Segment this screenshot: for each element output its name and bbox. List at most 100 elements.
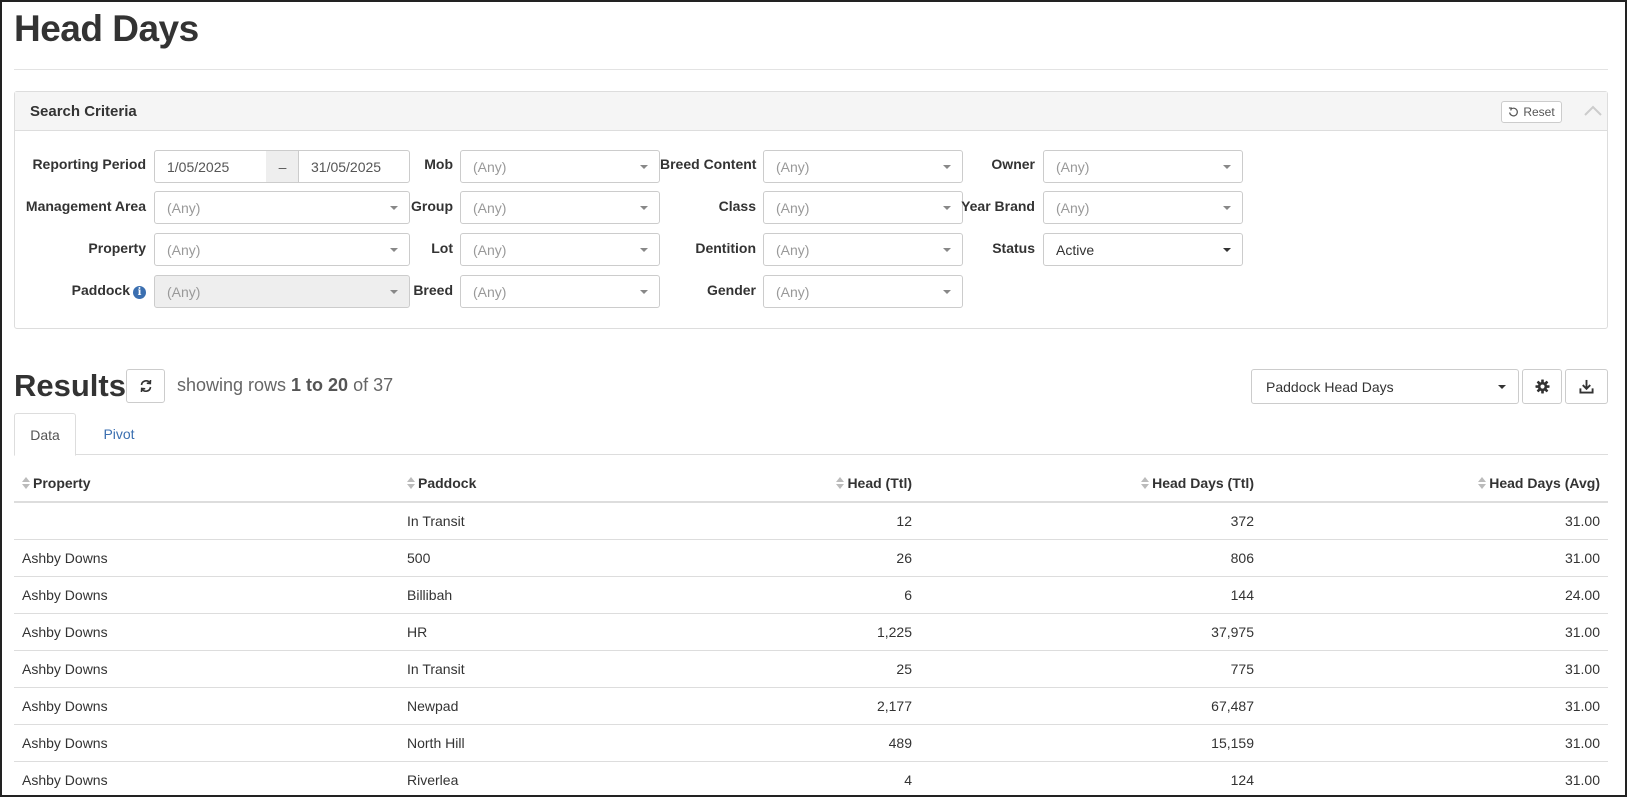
- reset-button[interactable]: Reset: [1501, 101, 1562, 123]
- column-header-head-days-avg[interactable]: Head Days (Avg): [1262, 464, 1608, 503]
- caret-down-icon: [640, 206, 648, 210]
- column-header-property[interactable]: Property: [14, 464, 399, 503]
- reset-label: Reset: [1523, 105, 1555, 119]
- page-title: Head Days: [14, 8, 199, 49]
- table-row[interactable]: Ashby Downs 500 26 806 31.00: [14, 539, 1608, 577]
- table-row[interactable]: Ashby Downs Riverlea 4 124 31.00: [14, 761, 1608, 797]
- table-row[interactable]: In Transit 12 372 31.00: [14, 502, 1608, 540]
- info-icon[interactable]: i: [133, 286, 146, 299]
- column-header-head-days-ttl[interactable]: Head Days (Ttl): [920, 464, 1262, 503]
- caret-down-icon: [1223, 248, 1231, 252]
- column-header-label: Head (Ttl): [847, 474, 912, 491]
- property-cell: Ashby Downs: [14, 687, 399, 725]
- caret-down-icon: [943, 206, 951, 210]
- gender-select[interactable]: (Any): [763, 275, 963, 308]
- refresh-icon: [140, 379, 151, 393]
- caret-down-icon: [943, 248, 951, 252]
- sort-icon: [22, 476, 30, 490]
- mob-label: Mob: [424, 156, 453, 172]
- search-criteria-title: Search Criteria: [30, 103, 137, 120]
- caret-down-icon: [640, 248, 648, 252]
- dentition-select[interactable]: (Any): [763, 233, 963, 266]
- caret-down-icon: [1498, 385, 1506, 389]
- owner-label: Owner: [991, 156, 1035, 172]
- head-ttl-cell: 6: [702, 576, 920, 614]
- tab-pivot[interactable]: Pivot: [93, 413, 145, 455]
- owner-value: (Any): [1056, 158, 1090, 175]
- head-days-avg-cell: 31.00: [1262, 613, 1608, 651]
- year-brand-label: Year Brand: [961, 198, 1035, 214]
- row-count-summary: showing rows 1 to 20 of 37: [177, 375, 393, 396]
- download-button[interactable]: [1565, 369, 1608, 404]
- property-select[interactable]: (Any): [154, 233, 410, 266]
- results-title: Results: [14, 368, 126, 403]
- paddock-select: (Any): [154, 275, 410, 308]
- paddock-cell: HR: [399, 613, 702, 651]
- paddock-value: (Any): [167, 283, 201, 300]
- head-days-avg-cell: 31.00: [1262, 724, 1608, 762]
- column-header-paddock[interactable]: Paddock: [399, 464, 702, 503]
- head-days-ttl-cell: 372: [920, 502, 1262, 540]
- head-days-ttl-cell: 67,487: [920, 687, 1262, 725]
- table-row[interactable]: Ashby Downs In Transit 25 775 31.00: [14, 650, 1608, 688]
- sort-icon: [407, 476, 415, 490]
- table-header-row: Property Paddock Head (Ttl) Head Days (T…: [14, 464, 1608, 503]
- management-area-select[interactable]: (Any): [154, 191, 410, 224]
- caret-down-icon: [640, 290, 648, 294]
- breed-content-select[interactable]: (Any): [763, 150, 963, 183]
- column-header-head-ttl[interactable]: Head (Ttl): [702, 464, 920, 503]
- showing-mid: of: [348, 375, 374, 395]
- head-days-ttl-cell: 15,159: [920, 724, 1262, 762]
- property-cell: Ashby Downs: [14, 539, 399, 577]
- paddock-cell: In Transit: [399, 502, 702, 540]
- tab-data[interactable]: Data: [14, 413, 76, 456]
- group-label: Group: [411, 198, 453, 214]
- caret-down-icon: [390, 206, 398, 210]
- management-area-label: Management Area: [25, 198, 146, 214]
- chevron-up-icon[interactable]: [1581, 101, 1605, 121]
- head-days-ttl-cell: 144: [920, 576, 1262, 614]
- table-row[interactable]: Ashby Downs HR 1,225 37,975 31.00: [14, 613, 1608, 651]
- table-row[interactable]: Ashby Downs Newpad 2,177 67,487 31.00: [14, 687, 1608, 725]
- year-brand-select[interactable]: (Any): [1043, 191, 1243, 224]
- status-value: Active: [1056, 241, 1095, 258]
- date-from-input[interactable]: 1/05/2025: [154, 150, 267, 183]
- lot-select[interactable]: (Any): [460, 233, 660, 266]
- class-select[interactable]: (Any): [763, 191, 963, 224]
- results-table: Property Paddock Head (Ttl) Head Days (T…: [14, 464, 1608, 797]
- head-days-avg-cell: 24.00: [1262, 576, 1608, 614]
- table-row[interactable]: Ashby Downs North Hill 489 15,159 31.00: [14, 724, 1608, 762]
- settings-button[interactable]: [1522, 369, 1562, 404]
- paddock-label-text: Paddock: [71, 282, 130, 298]
- head-days-ttl-cell: 806: [920, 539, 1262, 577]
- report-view-select[interactable]: Paddock Head Days: [1251, 369, 1519, 404]
- search-criteria-header[interactable]: Search Criteria Reset: [15, 92, 1607, 131]
- paddock-cell: Newpad: [399, 687, 702, 725]
- status-select[interactable]: Active: [1043, 233, 1243, 266]
- year-brand-value: (Any): [1056, 199, 1090, 216]
- breed-select[interactable]: (Any): [460, 275, 660, 308]
- column-header-label: Property: [33, 474, 91, 491]
- caret-down-icon: [390, 248, 398, 252]
- status-label: Status: [992, 240, 1035, 256]
- property-cell: Ashby Downs: [14, 650, 399, 688]
- mob-select[interactable]: (Any): [460, 150, 660, 183]
- date-to-input[interactable]: 31/05/2025: [298, 150, 410, 183]
- caret-down-icon: [1223, 206, 1231, 210]
- head-days-avg-cell: 31.00: [1262, 687, 1608, 725]
- refresh-button[interactable]: [126, 369, 165, 403]
- head-ttl-cell: 1,225: [702, 613, 920, 651]
- head-ttl-cell: 2,177: [702, 687, 920, 725]
- title-divider: [14, 69, 1608, 70]
- head-ttl-cell: 12: [702, 502, 920, 540]
- owner-select[interactable]: (Any): [1043, 150, 1243, 183]
- group-value: (Any): [473, 199, 507, 216]
- property-label: Property: [88, 240, 146, 256]
- table-row[interactable]: Ashby Downs Billibah 6 144 24.00: [14, 576, 1608, 614]
- column-header-label: Paddock: [418, 474, 477, 491]
- property-cell: [14, 502, 399, 540]
- group-select[interactable]: (Any): [460, 191, 660, 224]
- breed-label: Breed: [413, 282, 453, 298]
- property-value: (Any): [167, 241, 201, 258]
- reporting-period-label: Reporting Period: [32, 156, 146, 172]
